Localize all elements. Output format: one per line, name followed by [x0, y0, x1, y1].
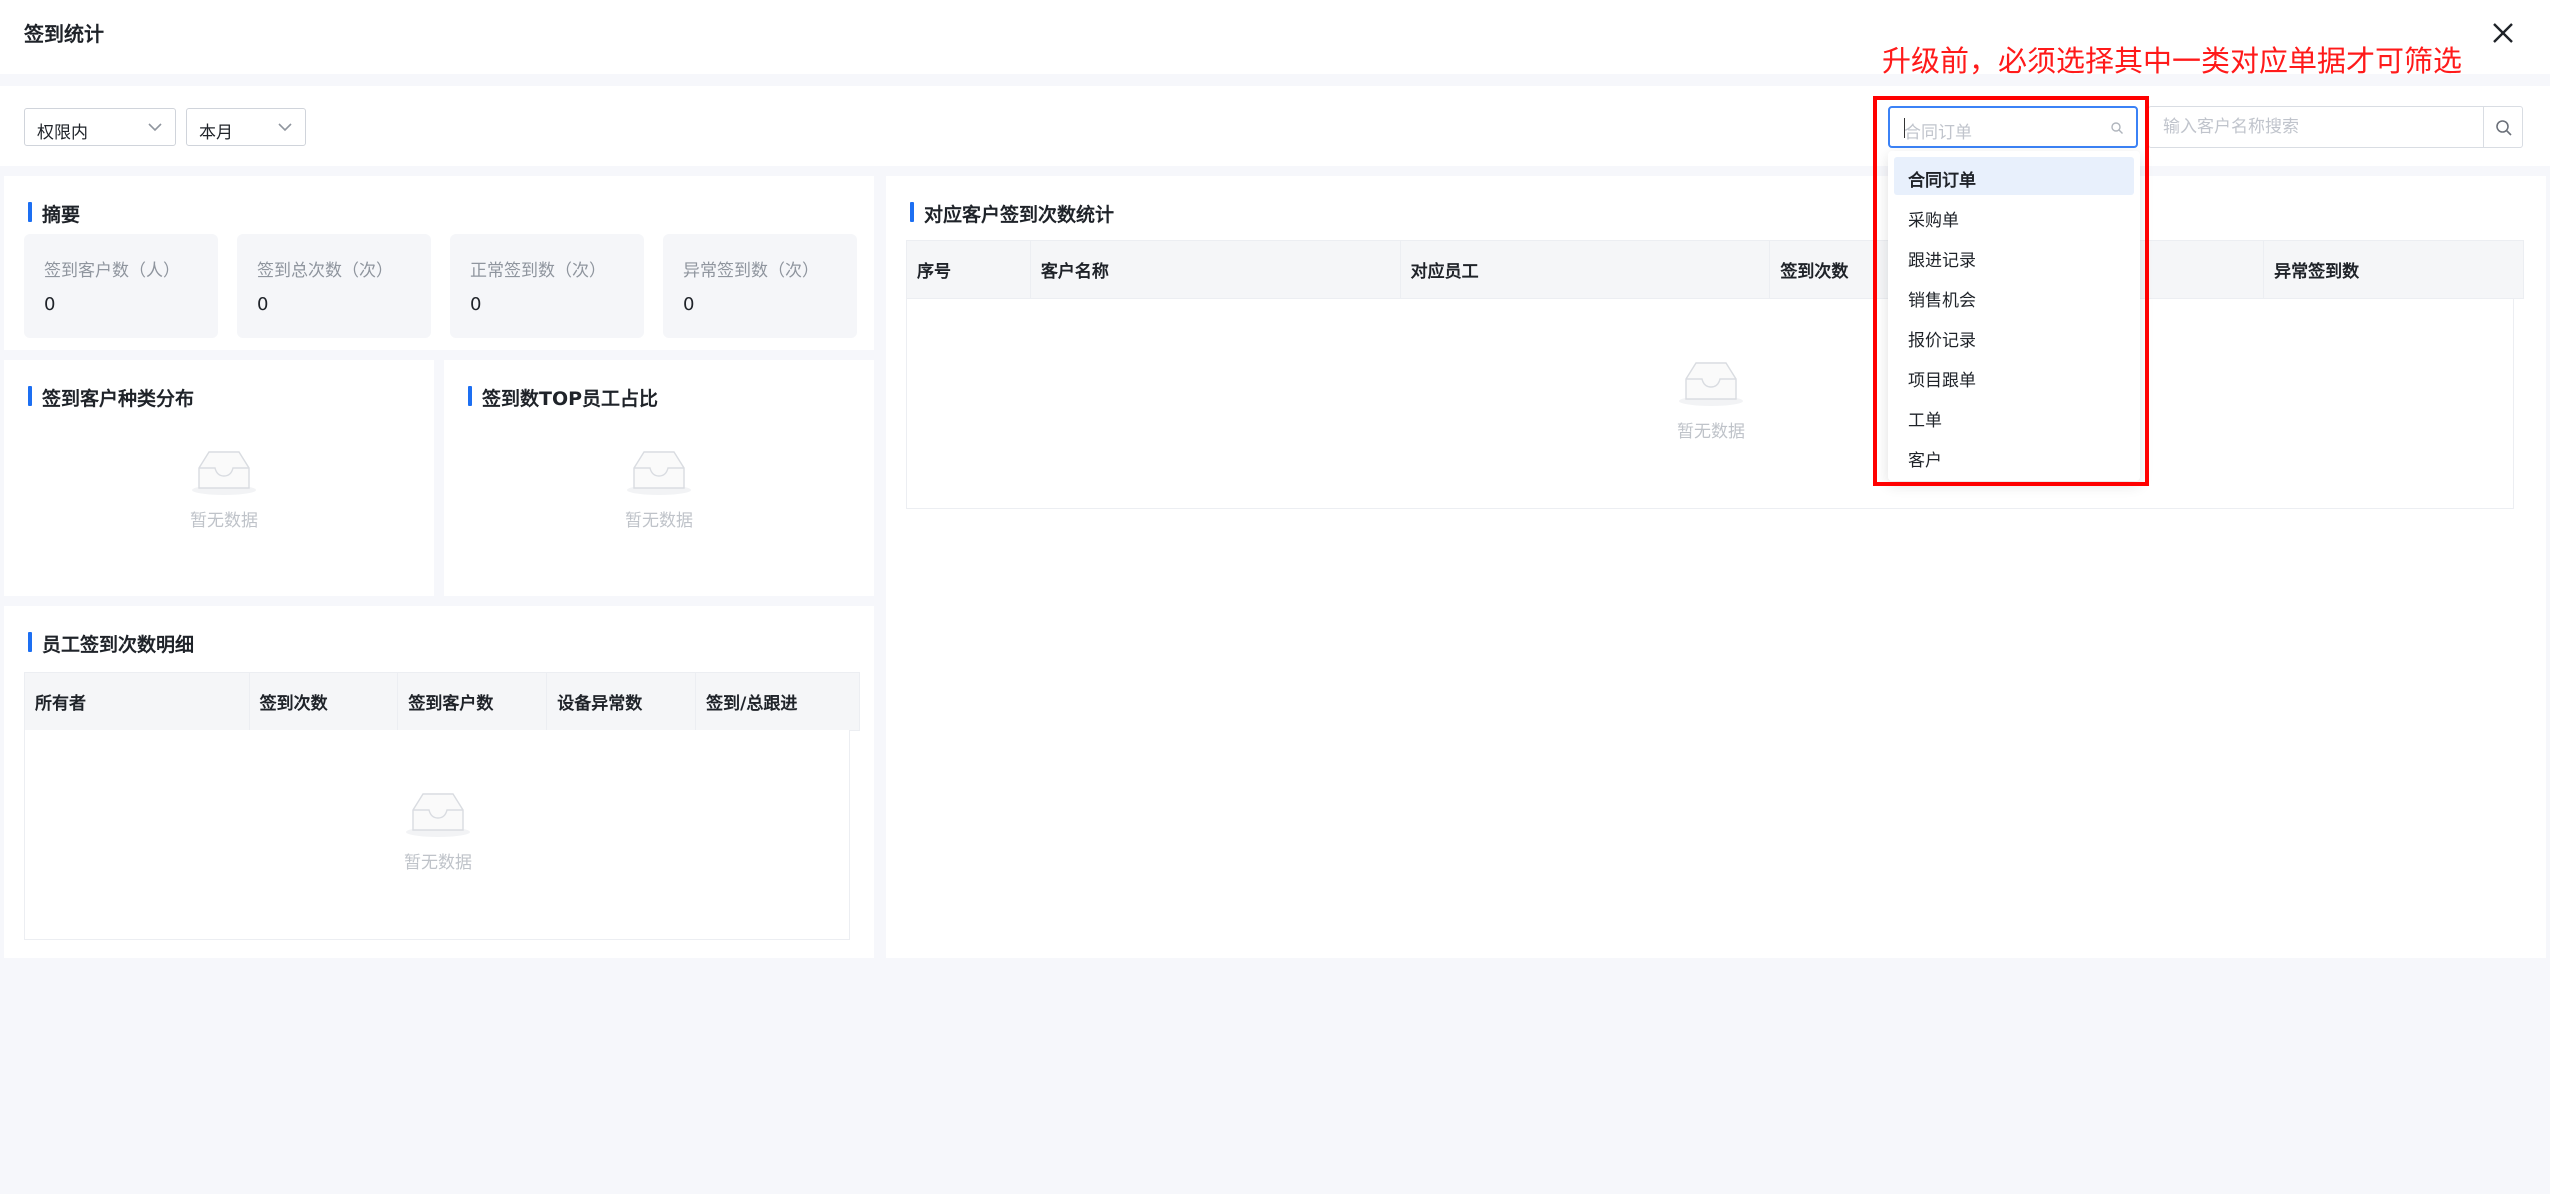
customer-search-input[interactable]	[2148, 106, 2484, 148]
column-header[interactable]: 签到/总跟进	[695, 672, 860, 731]
summary-title: 摘要	[28, 200, 80, 227]
table-header-row: 序号 客户名称 对应员工 签到次数 异常签到数	[906, 240, 2524, 299]
stat-card: 正常签到数（次） 0	[450, 234, 644, 338]
dropdown-option[interactable]: 合同订单	[1894, 157, 2134, 195]
column-header[interactable]: 设备异常数	[546, 672, 697, 731]
table-header-row: 所有者 签到次数 签到客户数 设备异常数 签到/总跟进	[24, 672, 860, 731]
stat-value: 0	[470, 294, 482, 315]
employee-detail-title: 员工签到次数明细	[28, 630, 194, 657]
search-icon	[2496, 120, 2512, 136]
employee-detail-table: 所有者 签到次数 签到客户数 设备异常数 签到/总跟进	[24, 672, 860, 731]
chevron-down-icon	[278, 123, 292, 132]
top-employee-title: 签到数TOP员工占比	[468, 384, 658, 411]
stat-value: 0	[257, 294, 269, 315]
column-header[interactable]: 客户名称	[1029, 240, 1401, 299]
stat-label: 异常签到数（次）	[683, 261, 819, 281]
dropdown-option[interactable]: 采购单	[1894, 197, 2134, 235]
dropdown-option[interactable]: 报价记录	[1894, 317, 2134, 355]
empty-box-icon	[1679, 362, 1743, 406]
table-body: 暂无数据	[24, 730, 850, 940]
empty-state: 暂无数据	[114, 446, 334, 531]
customer-type-panel: 签到客户种类分布 暂无数据	[4, 360, 434, 596]
chevron-down-icon	[148, 123, 162, 132]
search-icon	[2111, 122, 2123, 134]
document-type-placeholder: 合同订单	[1904, 123, 1972, 143]
customer-stats-title: 对应客户签到次数统计	[910, 200, 1114, 227]
empty-state: 暂无数据	[328, 788, 548, 873]
customer-type-title: 签到客户种类分布	[28, 384, 194, 411]
empty-state: 暂无数据	[549, 446, 769, 531]
close-button[interactable]	[2488, 18, 2518, 48]
employee-detail-panel: 员工签到次数明细 所有者 签到次数 签到客户数 设备异常数 签到/总跟进 暂无数…	[4, 606, 874, 958]
top-employee-panel: 签到数TOP员工占比 暂无数据	[444, 360, 874, 596]
period-select-value: 本月	[199, 123, 233, 143]
stat-label: 正常签到数（次）	[470, 261, 606, 281]
empty-box-icon	[406, 793, 470, 837]
column-header[interactable]: 所有者	[24, 672, 250, 731]
stat-card: 签到总次数（次） 0	[237, 234, 431, 338]
dropdown-option[interactable]: 工单	[1894, 397, 2134, 435]
scope-select-value: 权限内	[37, 123, 88, 143]
empty-text: 暂无数据	[404, 853, 472, 873]
table-body: 暂无数据	[906, 299, 2514, 509]
column-header[interactable]: 签到次数	[248, 672, 399, 731]
stat-value: 0	[44, 294, 56, 315]
text-caret	[1904, 118, 1905, 138]
column-header[interactable]: 对应员工	[1399, 240, 1771, 299]
period-select[interactable]: 本月	[186, 108, 306, 146]
dropdown-option[interactable]: 销售机会	[1894, 277, 2134, 315]
customer-stats-table: 序号 客户名称 对应员工 签到次数 异常签到数	[906, 240, 2524, 299]
summary-panel: 摘要 签到客户数（人） 0 签到总次数（次） 0 正常签到数（次） 0 异常签到…	[4, 176, 874, 350]
customer-stats-panel: 对应客户签到次数统计 序号 客户名称 对应员工 签到次数 异常签到数 暂无数据	[886, 176, 2546, 958]
empty-box-icon	[627, 451, 691, 495]
document-type-dropdown: 合同订单 采购单 跟进记录 销售机会 报价记录 项目跟单 工单 客户	[1888, 151, 2140, 481]
search-button[interactable]	[2483, 106, 2523, 148]
dropdown-option[interactable]: 跟进记录	[1894, 237, 2134, 275]
stat-label: 签到总次数（次）	[257, 261, 393, 281]
dialog-title: 签到统计	[24, 22, 104, 46]
empty-text: 暂无数据	[190, 511, 258, 531]
stat-card: 异常签到数（次） 0	[663, 234, 857, 338]
column-header[interactable]: 签到客户数	[397, 672, 548, 731]
document-type-select[interactable]: 合同订单	[1888, 106, 2138, 148]
empty-box-icon	[192, 451, 256, 495]
empty-text: 暂无数据	[1677, 422, 1745, 442]
stat-label: 签到客户数（人）	[44, 261, 180, 281]
empty-text: 暂无数据	[625, 511, 693, 531]
stat-value: 0	[683, 294, 695, 315]
stat-card: 签到客户数（人） 0	[24, 234, 218, 338]
filter-bar: 权限内 本月 合同订单	[0, 86, 2550, 166]
column-header[interactable]: 序号	[906, 240, 1031, 299]
scope-select[interactable]: 权限内	[24, 108, 176, 146]
dropdown-option[interactable]: 项目跟单	[1894, 357, 2134, 395]
dropdown-option[interactable]: 客户	[1894, 437, 2134, 475]
empty-state: 暂无数据	[1601, 357, 1821, 442]
annotation-text: 升级前，必须选择其中一类对应单据才可筛选	[1882, 44, 2463, 78]
column-header[interactable]: 异常签到数	[2263, 240, 2524, 299]
close-icon	[2493, 23, 2513, 43]
